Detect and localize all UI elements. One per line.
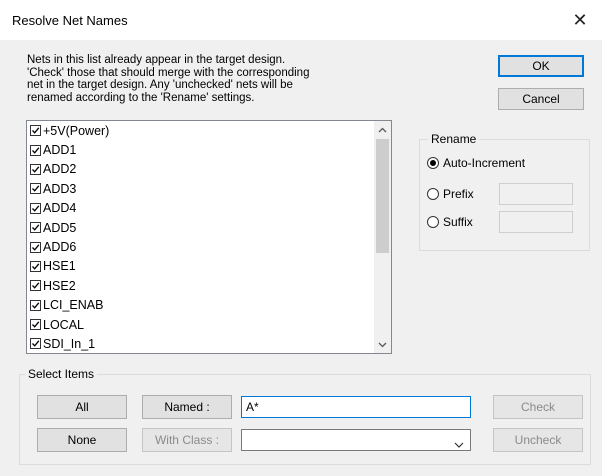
net-name: ADD3	[43, 181, 77, 196]
net-list-item[interactable]: LCI_ENAB	[27, 296, 374, 315]
scrollbar-thumb[interactable]	[376, 139, 389, 253]
ok-button[interactable]: OK	[498, 55, 584, 77]
close-icon[interactable]: ✕	[568, 9, 592, 31]
select-items-label: Select Items	[25, 367, 98, 381]
suffix-field[interactable]	[499, 211, 573, 233]
net-name: LOCAL	[43, 317, 84, 332]
title-bar: Resolve Net Names ✕	[0, 0, 602, 40]
checkbox[interactable]	[30, 241, 41, 253]
auto-increment-label: Auto-Increment	[443, 156, 526, 170]
radio-dot	[427, 157, 439, 169]
checkbox[interactable]	[30, 280, 41, 292]
suffix-label: Suffix	[443, 215, 473, 229]
prefix-label: Prefix	[443, 187, 474, 201]
uncheck-button[interactable]: Uncheck	[493, 428, 583, 452]
list-scrollbar[interactable]	[374, 121, 391, 353]
select-none-button[interactable]: None	[37, 428, 127, 452]
net-name: ADD4	[43, 201, 77, 216]
checkbox[interactable]	[30, 125, 41, 137]
named-button[interactable]: Named :	[142, 395, 232, 419]
net-list-item[interactable]: +5V(Power)	[27, 121, 374, 140]
net-name: HSE1	[43, 259, 76, 274]
checkbox[interactable]	[30, 183, 41, 195]
with-class-button[interactable]: With Class :	[142, 428, 232, 452]
net-list-item[interactable]: LOCAL	[27, 315, 374, 334]
net-list-item[interactable]: SDI_In_1	[27, 334, 374, 353]
net-name: ADD1	[43, 143, 77, 158]
net-list-item[interactable]: ADD5	[27, 218, 374, 237]
net-list-item[interactable]: ADD6	[27, 237, 374, 256]
radio-dot	[427, 216, 439, 228]
scroll-up-icon[interactable]	[374, 121, 391, 138]
chevron-down-icon	[454, 437, 464, 451]
net-list-item[interactable]: ADD2	[27, 160, 374, 179]
net-list-item[interactable]: ADD3	[27, 179, 374, 198]
checkbox[interactable]	[30, 260, 41, 272]
net-name: SDI_In_1	[43, 336, 96, 351]
net-name: ADD6	[43, 240, 77, 255]
net-list-item[interactable]: HSE1	[27, 257, 374, 276]
checkbox[interactable]	[30, 202, 41, 214]
scroll-down-icon[interactable]	[374, 336, 391, 353]
net-name: ADD5	[43, 220, 77, 235]
suffix-radio[interactable]: Suffix	[427, 215, 473, 229]
net-list-item[interactable]: ADD4	[27, 199, 374, 218]
net-list[interactable]: +5V(Power) ADD1 ADD2 ADD3 ADD4 ADD5 ADD6 HSE1 HS…	[26, 120, 392, 354]
net-name: +5V(Power)	[43, 123, 110, 138]
net-name: ADD2	[43, 162, 77, 177]
net-list-items: +5V(Power) ADD1 ADD2 ADD3 ADD4 ADD5 ADD6 HSE1 HS…	[27, 121, 374, 353]
select-all-button[interactable]: All	[37, 395, 127, 419]
net-list-item[interactable]: HSE2	[27, 276, 374, 295]
named-filter-input[interactable]: A*	[241, 396, 471, 418]
checkbox[interactable]	[30, 163, 41, 175]
auto-increment-radio[interactable]: Auto-Increment	[427, 156, 525, 170]
window-title: Resolve Net Names	[12, 13, 128, 28]
checkbox[interactable]	[30, 299, 41, 311]
net-name: LCI_ENAB	[43, 298, 104, 313]
class-select[interactable]	[241, 429, 471, 451]
checkbox[interactable]	[30, 144, 41, 156]
checkbox[interactable]	[30, 319, 41, 331]
radio-dot	[427, 188, 439, 200]
description-text: Nets in this list already appear in the …	[27, 54, 310, 104]
prefix-radio[interactable]: Prefix	[427, 187, 474, 201]
cancel-button[interactable]: Cancel	[498, 88, 584, 110]
net-list-item[interactable]: ADD1	[27, 140, 374, 159]
check-button[interactable]: Check	[493, 395, 583, 419]
prefix-field[interactable]	[499, 183, 573, 205]
checkbox[interactable]	[30, 222, 41, 234]
rename-group-label: Rename	[428, 132, 480, 146]
net-name: HSE2	[43, 278, 76, 293]
checkbox[interactable]	[30, 338, 41, 350]
